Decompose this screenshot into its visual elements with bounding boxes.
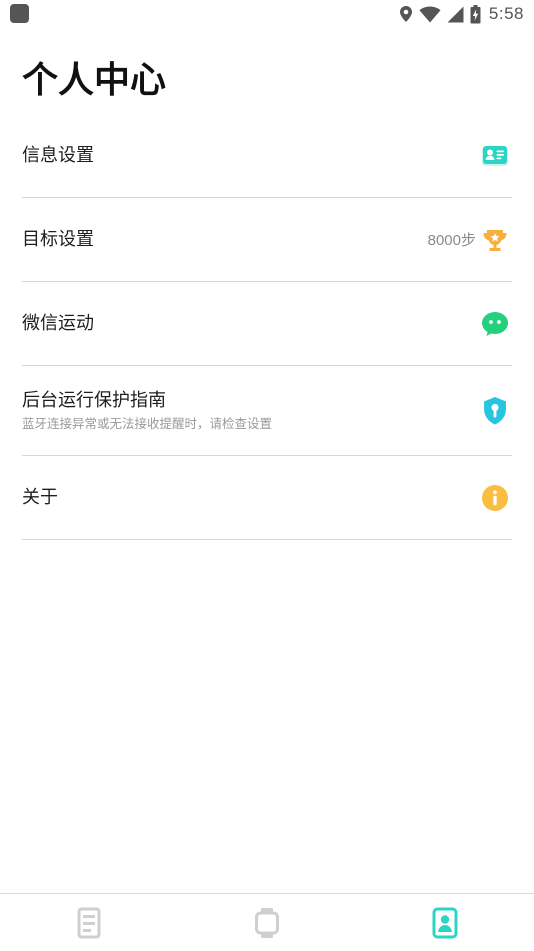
goal-value: 8000步 <box>427 232 476 249</box>
id-card-icon <box>480 141 510 171</box>
watch-icon <box>255 907 279 938</box>
bottom-navigation <box>0 893 534 951</box>
menu-item-label: 微信运动 <box>22 312 94 334</box>
battery-charging-icon <box>470 4 481 23</box>
tab-devices[interactable] <box>0 894 178 951</box>
app-notification-icon <box>10 4 29 23</box>
settings-menu: 信息设置 目标设置 8000步 微信运动 后台运行保护指南 蓝牙连接异常或无法接… <box>22 114 512 540</box>
menu-item-label: 关于 <box>22 486 58 508</box>
menu-item-label: 目标设置 <box>22 228 94 250</box>
tab-profile[interactable] <box>356 894 534 951</box>
menu-item-wechat-sport[interactable]: 微信运动 <box>22 282 512 366</box>
page-title: 个人中心 <box>22 60 167 101</box>
signal-icon <box>447 6 464 22</box>
wifi-icon <box>419 6 441 22</box>
menu-item-label: 信息设置 <box>22 144 94 166</box>
menu-item-about[interactable]: 关于 <box>22 456 512 540</box>
menu-item-background-guide[interactable]: 后台运行保护指南 蓝牙连接异常或无法接收提醒时，请检查设置 <box>22 366 512 456</box>
menu-item-subtitle: 蓝牙连接异常或无法接收提醒时，请检查设置 <box>22 415 273 431</box>
location-icon <box>399 6 412 22</box>
menu-item-goal-settings[interactable]: 目标设置 8000步 <box>22 198 512 282</box>
menu-item-info-settings[interactable]: 信息设置 <box>22 114 512 198</box>
trophy-icon <box>480 225 510 255</box>
wechat-icon <box>480 309 510 339</box>
status-icons: 5:58 <box>399 2 524 26</box>
status-bar: 5:58 <box>0 0 534 28</box>
shield-keyhole-icon <box>480 396 510 426</box>
status-time: 5:58 <box>488 4 524 23</box>
tab-watch[interactable] <box>178 894 356 951</box>
device-list-icon <box>77 907 101 938</box>
menu-item-label: 后台运行保护指南 <box>22 389 166 411</box>
profile-icon <box>432 907 458 938</box>
info-icon <box>480 483 510 513</box>
